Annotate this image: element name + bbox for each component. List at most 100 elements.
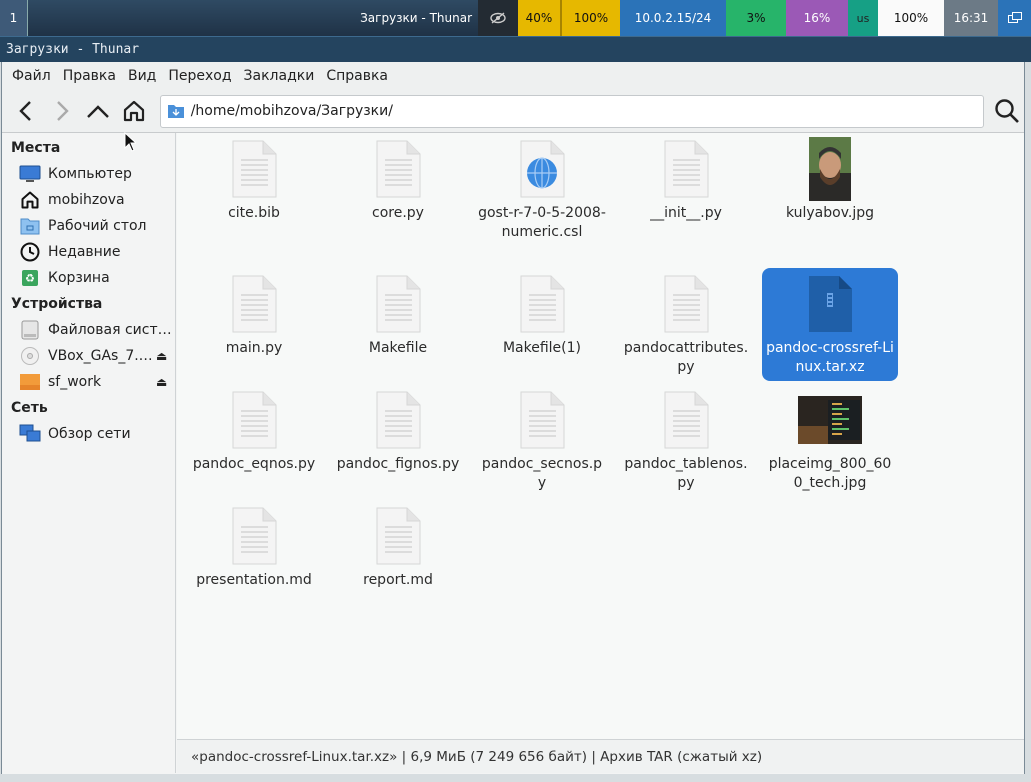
menu-edit[interactable]: Правка: [57, 68, 122, 84]
file-name: report.md: [363, 572, 433, 588]
svg-text:♻: ♻: [25, 272, 35, 285]
file-name: kulyabov.jpg: [785, 205, 875, 221]
sidebar-item-trash[interactable]: ♻ Корзина: [2, 265, 175, 291]
file-item-selected[interactable]: pandoc-crossref-Linux.tar.xz: [762, 268, 898, 381]
file-item[interactable]: main.py: [186, 272, 322, 358]
archive-file-icon: [798, 272, 862, 336]
text-file-icon: [510, 272, 574, 336]
menu-help[interactable]: Справка: [320, 68, 394, 84]
forward-button[interactable]: [44, 93, 80, 129]
status-bar: «pandoc-crossref-Linux.tar.xz» | 6,9 МиБ…: [177, 739, 1024, 773]
text-file-icon: [654, 272, 718, 336]
file-name: pandoc_tablenos.py: [624, 456, 748, 491]
location-bar[interactable]: /home/mobihzova/Загрузки/: [159, 94, 985, 128]
chevron-up-icon: [86, 105, 109, 118]
back-button[interactable]: [8, 93, 44, 129]
file-item[interactable]: pandoc_secnos.py: [474, 388, 610, 493]
file-name: Makefile(1): [502, 340, 582, 356]
file-name: __init__.py: [650, 205, 722, 221]
file-item[interactable]: core.py: [330, 137, 466, 223]
file-item[interactable]: pandoc_tablenos.py: [618, 388, 754, 493]
sidebar-item-vbox[interactable]: VBox_GAs_7.… ⏏: [2, 343, 175, 369]
windows-icon[interactable]: [998, 0, 1031, 36]
file-name: pandocattributes.py: [623, 340, 749, 375]
text-file-icon: [222, 388, 286, 452]
sidebar-header-devices: Устройства: [11, 296, 103, 312]
home-icon: [123, 100, 144, 122]
text-file-icon: [366, 272, 430, 336]
file-item[interactable]: Makefile(1): [474, 272, 610, 358]
chevron-left-icon: [19, 101, 31, 121]
menu-file[interactable]: Файл: [6, 68, 57, 84]
file-name: pandoc_fignos.py: [336, 456, 460, 472]
network-icon: [19, 424, 41, 444]
menu-bookmarks[interactable]: Закладки: [238, 68, 321, 84]
sidebar-item-recent[interactable]: Недавние: [2, 239, 175, 265]
menu-view[interactable]: Вид: [122, 68, 162, 84]
desktop-folder-icon: [19, 216, 41, 236]
file-item[interactable]: __init__.py: [618, 137, 754, 223]
sidebar-item-filesystem[interactable]: Файловая систе…: [2, 317, 175, 343]
eject-icon[interactable]: ⏏: [156, 349, 172, 363]
file-name: cite.bib: [228, 205, 280, 221]
file-name: presentation.md: [196, 572, 312, 588]
cpu-indicator[interactable]: 3%: [726, 0, 786, 36]
location-path: /home/mobihzova/Загрузки/: [190, 103, 393, 119]
sidebar-item-home[interactable]: mobihzova: [2, 187, 175, 213]
sidebar-item-network-browse[interactable]: Обзор сети: [2, 421, 175, 447]
window-titlebar[interactable]: Загрузки - Thunar: [0, 36, 1031, 62]
mouse-cursor-icon: [124, 132, 136, 152]
sidebar-item-sf-work[interactable]: sf_work ⏏: [2, 369, 175, 395]
focused-window-title: Загрузки - Thunar: [360, 11, 472, 25]
text-file-icon: [222, 272, 286, 336]
web-file-icon: [510, 137, 574, 201]
home-button[interactable]: [116, 93, 152, 129]
sidebar-header-places: Места: [11, 140, 61, 156]
file-item[interactable]: Makefile: [330, 272, 466, 358]
sidebar-item-computer[interactable]: Компьютер: [2, 161, 175, 187]
file-name: Makefile: [368, 340, 428, 356]
file-item[interactable]: presentation.md: [186, 504, 322, 590]
search-button[interactable]: [990, 94, 1024, 128]
file-name: pandoc_eqnos.py: [192, 456, 316, 472]
text-file-icon: [510, 388, 574, 452]
computer-icon: [19, 164, 41, 184]
file-item[interactable]: pandocattributes.py: [618, 272, 754, 377]
battery-indicator[interactable]: 100%: [878, 0, 944, 36]
eject-icon[interactable]: ⏏: [156, 375, 172, 389]
file-item[interactable]: report.md: [330, 504, 466, 590]
memory-indicator[interactable]: 16%: [786, 0, 848, 36]
keyboard-layout-indicator[interactable]: us: [848, 0, 878, 36]
up-button[interactable]: [80, 93, 116, 129]
file-item[interactable]: kulyabov.jpg: [762, 137, 898, 223]
search-icon: [995, 99, 1019, 123]
drive-icon: [19, 320, 41, 340]
image-thumbnail-icon: [798, 137, 862, 201]
file-item[interactable]: placeimg_800_600_tech.jpg: [762, 388, 898, 493]
text-file-icon: [222, 504, 286, 568]
downloads-folder-icon: [167, 105, 184, 118]
file-name: gost-r-7-0-5-2008-numeric.csl: [478, 205, 606, 240]
content-area: Места Компьютер mobihzova Рабочий стол Н…: [2, 132, 1024, 774]
menu-go[interactable]: Переход: [162, 68, 237, 84]
sidebar: Места Компьютер mobihzova Рабочий стол Н…: [2, 133, 176, 773]
text-file-icon: [222, 137, 286, 201]
file-item[interactable]: pandoc_eqnos.py: [186, 388, 322, 474]
file-item[interactable]: gost-r-7-0-5-2008-numeric.csl: [474, 137, 610, 242]
trash-icon: ♻: [19, 268, 41, 288]
brightness-indicator[interactable]: 100%: [560, 0, 620, 36]
network-indicator[interactable]: 10.0.2.15/24: [620, 0, 726, 36]
folder-icon: [19, 372, 41, 392]
sidebar-header-network: Сеть: [11, 400, 48, 416]
sidebar-item-desktop[interactable]: Рабочий стол: [2, 213, 175, 239]
menu-bar: Файл Правка Вид Переход Закладки Справка: [2, 62, 1024, 90]
file-item[interactable]: pandoc_fignos.py: [330, 388, 466, 474]
volume-indicator[interactable]: 40%: [518, 0, 560, 36]
text-file-icon: [654, 388, 718, 452]
file-item[interactable]: cite.bib: [186, 137, 322, 223]
clock-icon: [19, 242, 41, 262]
chevron-right-icon: [57, 101, 69, 121]
clock[interactable]: 16:31: [944, 0, 998, 36]
workspace-indicator[interactable]: 1: [0, 0, 28, 36]
privacy-icon[interactable]: [478, 0, 518, 36]
